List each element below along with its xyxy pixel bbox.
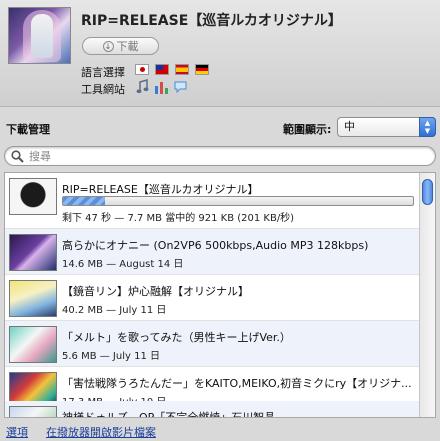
download-progress-fill — [63, 197, 105, 205]
open-in-player-link[interactable]: 在撥放器開啟影片檔案 — [46, 424, 156, 440]
download-manager-bar: 下載管理 範圍顯示: 中 ▲ ▼ — [0, 106, 440, 144]
download-title: 「メルト」を歌ってみた（男性キー上げVer.） — [62, 331, 291, 344]
download-status: 14.6 MB — August 14 日 — [62, 259, 184, 270]
language-flags — [135, 64, 209, 75]
search-icon — [11, 150, 24, 166]
download-thumbnail — [9, 326, 57, 363]
search-field[interactable] — [4, 146, 436, 166]
download-title: RIP=RELEASE【巡音ルカオリジナル】 — [62, 183, 259, 196]
range-select-value: 中 — [344, 120, 355, 133]
video-header: RIP=RELEASE【巡音ルカオリジナル】 ↓ 下載 語言選擇 工具網站 — [0, 0, 440, 106]
options-link[interactable]: 選項 — [6, 424, 28, 440]
range-label: 範圍顯示: — [283, 123, 332, 136]
download-list[interactable]: RIP=RELEASE【巡音ルカオリジナル】 剩下 47 秒 — 7.7 MB … — [4, 172, 436, 418]
download-status: 40.2 MB — July 11 日 — [62, 305, 167, 316]
download-title: 【鏡音リン】炉心融解【オリジナル】 — [62, 285, 249, 298]
download-thumbnail — [9, 178, 57, 215]
download-item[interactable]: 高らかにオナニー (On2VP6 500kbps,Audio MP3 128kb… — [5, 229, 419, 275]
download-title: 神様ドォルズ OP「不完全燃焼」石川智晶 — [62, 411, 276, 418]
download-thumbnail — [9, 406, 57, 417]
bar-chart-icon[interactable] — [154, 79, 169, 94]
download-arrow-icon: ↓ — [102, 40, 114, 52]
download-title: 高らかにオナニー (On2VP6 500kbps,Audio MP3 128kb… — [62, 239, 369, 252]
de-flag-icon[interactable] — [195, 64, 209, 75]
tools-label: 工具網站 — [81, 83, 125, 96]
search-input[interactable] — [29, 149, 424, 163]
download-thumbnail — [9, 234, 57, 271]
download-progress-bar — [62, 196, 414, 206]
list-scrollbar[interactable] — [419, 173, 435, 417]
video-title: RIP=RELEASE【巡音ルカオリジナル】 — [81, 13, 342, 29]
music-note-icon[interactable] — [135, 79, 150, 94]
download-item[interactable]: 【鏡音リン】炉心融解【オリジナル】 40.2 MB — July 11 日 — [5, 275, 419, 321]
tw-flag-icon[interactable] — [155, 64, 169, 75]
download-item[interactable]: 神様ドォルズ OP「不完全燃焼」石川智晶 — [5, 401, 419, 418]
chat-bubble-icon[interactable] — [173, 79, 188, 94]
select-arrows-icon: ▲ ▼ — [419, 117, 436, 137]
download-button-label: 下載 — [116, 40, 139, 53]
download-thumbnail — [9, 280, 57, 317]
download-item[interactable]: 「メルト」を歌ってみた（男性キー上げVer.） 5.6 MB — July 11… — [5, 321, 419, 367]
scrollbar-thumb[interactable] — [422, 179, 433, 205]
language-label: 語言選擇 — [81, 66, 125, 79]
video-thumbnail — [8, 7, 71, 64]
tool-links — [135, 79, 188, 94]
download-title: 「害怯戦隊うろたんだー」をKAITO,MEIKO,初音ミクにry【オリジナ... — [62, 377, 412, 390]
download-item[interactable]: RIP=RELEASE【巡音ルカオリジナル】 剩下 47 秒 — 7.7 MB … — [5, 173, 419, 229]
es-flag-icon[interactable] — [175, 64, 189, 75]
download-status: 5.6 MB — July 11 日 — [62, 351, 160, 362]
jp-flag-icon[interactable] — [135, 64, 149, 75]
footer: 選項 在撥放器開啟影片檔案 — [0, 420, 440, 441]
download-button[interactable]: ↓ 下載 — [82, 37, 159, 55]
download-manager-title: 下載管理 — [6, 123, 50, 136]
download-status: 剩下 47 秒 — 7.7 MB 當中的 921 KB (201 KB/秒) — [62, 213, 295, 224]
range-select[interactable]: 中 ▲ ▼ — [337, 117, 436, 137]
